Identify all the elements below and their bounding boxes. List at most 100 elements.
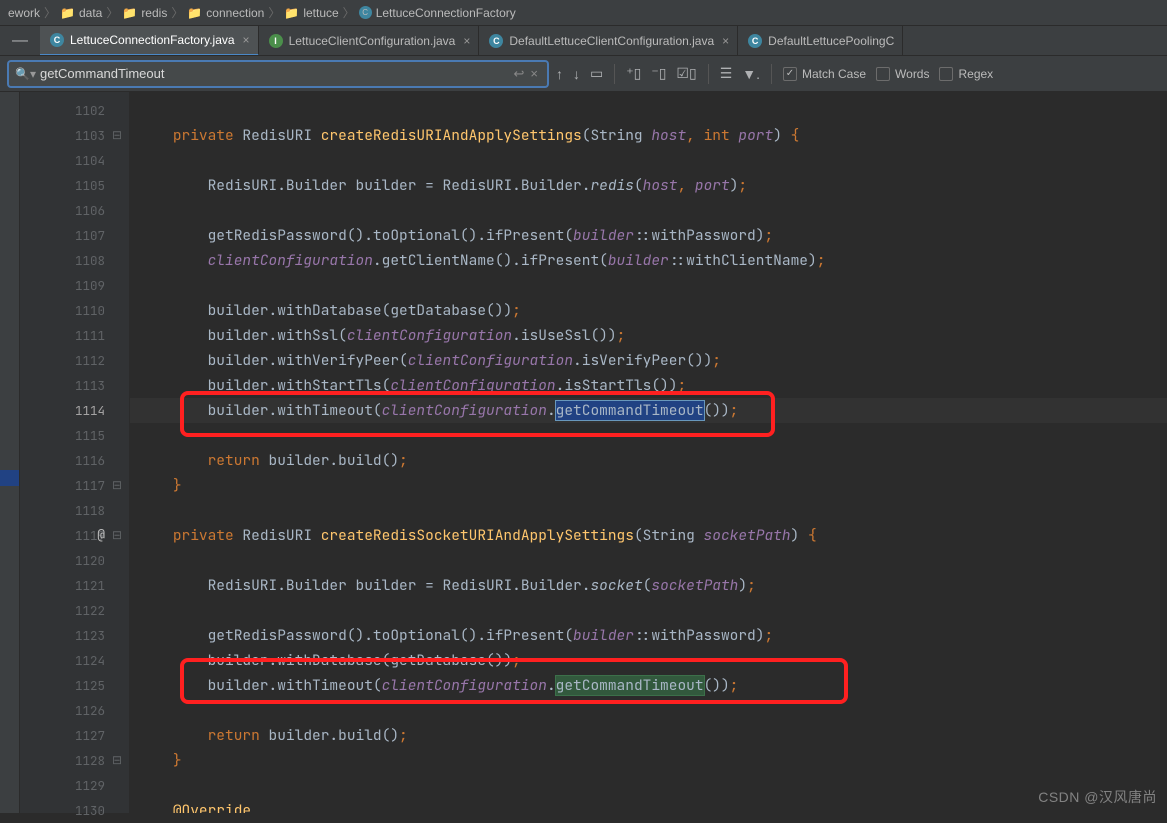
search-input[interactable] (36, 66, 511, 81)
chevron-right-icon: 〉 (343, 4, 355, 21)
code-line[interactable] (130, 98, 1167, 123)
line-number: 1125 (20, 673, 105, 698)
code-line[interactable]: getRedisPassword().toOptional().ifPresen… (130, 623, 1167, 648)
checkbox-icon (876, 67, 890, 81)
code-line[interactable]: builder.withSsl(clientConfiguration.isUs… (130, 323, 1167, 348)
fold-handle[interactable]: ⊟ (111, 529, 123, 541)
breadcrumb-item[interactable]: lettuce (303, 6, 338, 20)
class-icon: C (359, 6, 372, 19)
settings-icon[interactable]: ☰ (720, 65, 733, 82)
code-line[interactable]: private RedisURI createRedisSocketURIAnd… (130, 523, 1167, 548)
code-line[interactable]: builder.withDatabase(getDatabase()); (130, 298, 1167, 323)
select-all-occurrences-button[interactable]: ☑▯ (676, 65, 696, 82)
select-all-button[interactable]: ▭ (590, 65, 603, 82)
code-line[interactable]: getRedisPassword().toOptional().ifPresen… (130, 223, 1167, 248)
code-line[interactable]: private RedisURI createRedisURIAndApplyS… (130, 123, 1167, 148)
tab-defaultlettuceclientconfiguration[interactable]: C DefaultLettuceClientConfiguration.java… (479, 26, 738, 56)
line-number: 1127 (20, 723, 105, 748)
breadcrumb-bar: ework 〉 📁 data 〉 📁 redis 〉 📁 connection … (0, 0, 1167, 26)
line-number: 1116 (20, 448, 105, 473)
line-number: 1130 (20, 798, 105, 823)
code-line[interactable]: return builder.build(); (130, 448, 1167, 473)
code-line[interactable]: builder.withTimeout(clientConfiguration.… (130, 398, 1167, 423)
line-number: 1129 (20, 773, 105, 798)
next-occurrence-button[interactable]: ↓ (573, 66, 580, 82)
code-line[interactable] (130, 498, 1167, 523)
tab-label: DefaultLettuceClientConfiguration.java (509, 34, 714, 48)
folder-icon: 📁 (122, 6, 137, 20)
breadcrumb-item[interactable]: connection (206, 6, 264, 20)
override-gutter-icon[interactable]: @ (97, 526, 105, 543)
line-number: 1117 (20, 473, 105, 498)
breadcrumb-item[interactable]: redis (141, 6, 167, 20)
hide-tool-window-button[interactable]: — (0, 26, 40, 56)
code-line[interactable] (130, 198, 1167, 223)
code-line[interactable]: } (130, 748, 1167, 773)
folder-icon: 📁 (187, 6, 202, 20)
code-line[interactable]: } (130, 473, 1167, 498)
search-field[interactable]: 🔍▾ ↩ × (8, 61, 548, 87)
prev-occurrence-button[interactable]: ↑ (556, 66, 563, 82)
code-line[interactable]: @Override (130, 798, 1167, 813)
tab-label: LettuceClientConfiguration.java (289, 34, 456, 48)
line-number: 1118 (20, 498, 105, 523)
separator (614, 64, 615, 84)
code-line[interactable]: return builder.build(); (130, 723, 1167, 748)
fold-handle[interactable]: ⊟ (111, 479, 123, 491)
line-number: 1114 (20, 398, 105, 423)
fold-handle[interactable]: ⊟ (111, 754, 123, 766)
code-line[interactable]: clientConfiguration.getClientName().ifPr… (130, 248, 1167, 273)
breadcrumb-item[interactable]: data (79, 6, 102, 20)
code-line[interactable]: RedisURI.Builder builder = RedisURI.Buil… (130, 573, 1167, 598)
tab-defaultlettucepooling[interactable]: C DefaultLettucePoolingC (738, 26, 903, 56)
line-number: 1120 (20, 548, 105, 573)
chevron-right-icon: 〉 (106, 4, 118, 21)
code-line[interactable] (130, 273, 1167, 298)
tab-label: DefaultLettucePoolingC (768, 34, 894, 48)
code-line[interactable]: RedisURI.Builder builder = RedisURI.Buil… (130, 173, 1167, 198)
line-number: 1103 (20, 123, 105, 148)
code-line[interactable]: builder.withVerifyPeer(clientConfigurati… (130, 348, 1167, 373)
breadcrumb-item[interactable]: LettuceConnectionFactory (376, 6, 516, 20)
tab-lettuceconnectionfactory[interactable]: C LettuceConnectionFactory.java × (40, 26, 259, 56)
regex-label: Regex (958, 67, 993, 81)
line-number: 1109 (20, 273, 105, 298)
regex-checkbox[interactable]: Regex (939, 67, 993, 81)
line-number: 1115 (20, 423, 105, 448)
match-case-checkbox[interactable]: Match Case (783, 67, 866, 81)
clear-icon[interactable]: × (527, 66, 541, 81)
close-icon[interactable]: × (463, 34, 470, 48)
code-line[interactable] (130, 698, 1167, 723)
line-number: 1102 (20, 98, 105, 123)
code-line[interactable]: builder.withDatabase(getDatabase()); (130, 648, 1167, 673)
add-selection-button[interactable]: ⁺▯ (626, 65, 641, 82)
breadcrumb-item[interactable]: ework (8, 6, 40, 20)
tab-lettuceclientconfiguration[interactable]: I LettuceClientConfiguration.java × (259, 26, 480, 56)
close-icon[interactable]: × (243, 33, 250, 47)
selection-marker (0, 470, 19, 486)
code-line[interactable] (130, 423, 1167, 448)
words-checkbox[interactable]: Words (876, 67, 929, 81)
filter-icon[interactable]: ▼. (742, 66, 760, 82)
code-line[interactable]: builder.withTimeout(clientConfiguration.… (130, 673, 1167, 698)
line-number: 1107 (20, 223, 105, 248)
marker-strip (0, 92, 20, 813)
line-number: 1119 (20, 523, 105, 548)
code-line[interactable] (130, 148, 1167, 173)
code-line[interactable] (130, 773, 1167, 798)
class-icon: C (489, 34, 503, 48)
code-line[interactable] (130, 598, 1167, 623)
history-icon[interactable]: ↩ (511, 66, 528, 82)
code-editor[interactable]: CSDN @汉风唐尚 private RedisURI createRedisU… (130, 92, 1167, 813)
match-case-label: Match Case (802, 67, 866, 81)
code-line[interactable]: builder.withStartTls(clientConfiguration… (130, 373, 1167, 398)
remove-selection-button[interactable]: ⁻▯ (651, 65, 666, 82)
code-line[interactable] (130, 548, 1167, 573)
close-icon[interactable]: × (722, 34, 729, 48)
find-toolbar: 🔍▾ ↩ × ↑ ↓ ▭ ⁺▯ ⁻▯ ☑▯ ☰ ▼. Match Case Wo… (0, 56, 1167, 92)
checkbox-icon (939, 67, 953, 81)
fold-handle[interactable]: ⊟ (111, 129, 123, 141)
line-number: 1111 (20, 323, 105, 348)
line-number: 1121 (20, 573, 105, 598)
editor-area: 1102110311041105110611071108110911101111… (0, 92, 1167, 813)
